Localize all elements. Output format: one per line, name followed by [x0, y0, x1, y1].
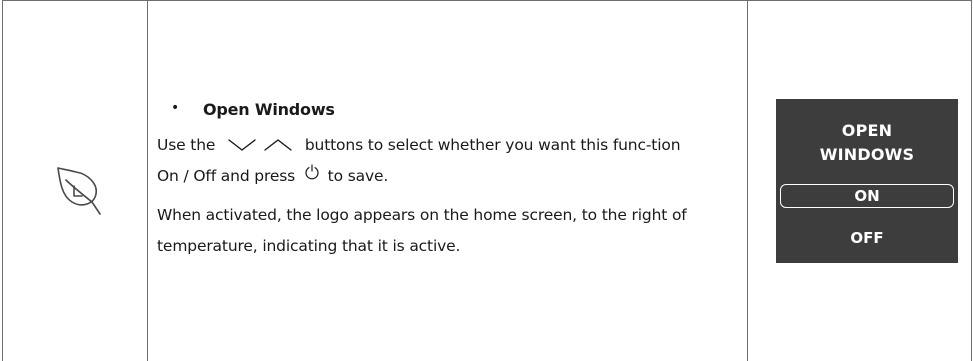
activation-paragraph: When activated, the logo appears on the … [157, 206, 687, 255]
instructions-paragraph: Use the buttons to select whether you wa… [157, 130, 705, 192]
section-heading: • Open Windows [157, 96, 737, 124]
leaf-off-icon [57, 167, 101, 215]
power-icon [305, 164, 319, 180]
column-divider-1 [147, 0, 148, 361]
instructions-text-start: Use the [157, 136, 221, 154]
chevron-down-icon [228, 139, 256, 151]
screen-title-line-2: WINDOWS [819, 145, 915, 164]
table-border-right [971, 0, 972, 361]
description-cell: • Open Windows Use the buttons to select… [157, 96, 737, 262]
screen-title: OPEN WINDOWS [776, 119, 958, 167]
screen-option-on: ON [780, 184, 954, 208]
screen-title-line-1: OPEN [841, 121, 893, 140]
instructions-text-end: to save. [322, 167, 389, 185]
screen-option-off: OFF [850, 229, 884, 247]
chevron-up-icon [264, 139, 292, 151]
table-border-left [2, 0, 3, 361]
device-screen-preview: OPEN WINDOWS ON OFF [776, 99, 958, 263]
heading-text: Open Windows [203, 100, 335, 119]
bullet: • [171, 100, 180, 116]
column-divider-2 [747, 0, 748, 361]
manual-table: • Open Windows Use the buttons to select… [0, 0, 973, 361]
